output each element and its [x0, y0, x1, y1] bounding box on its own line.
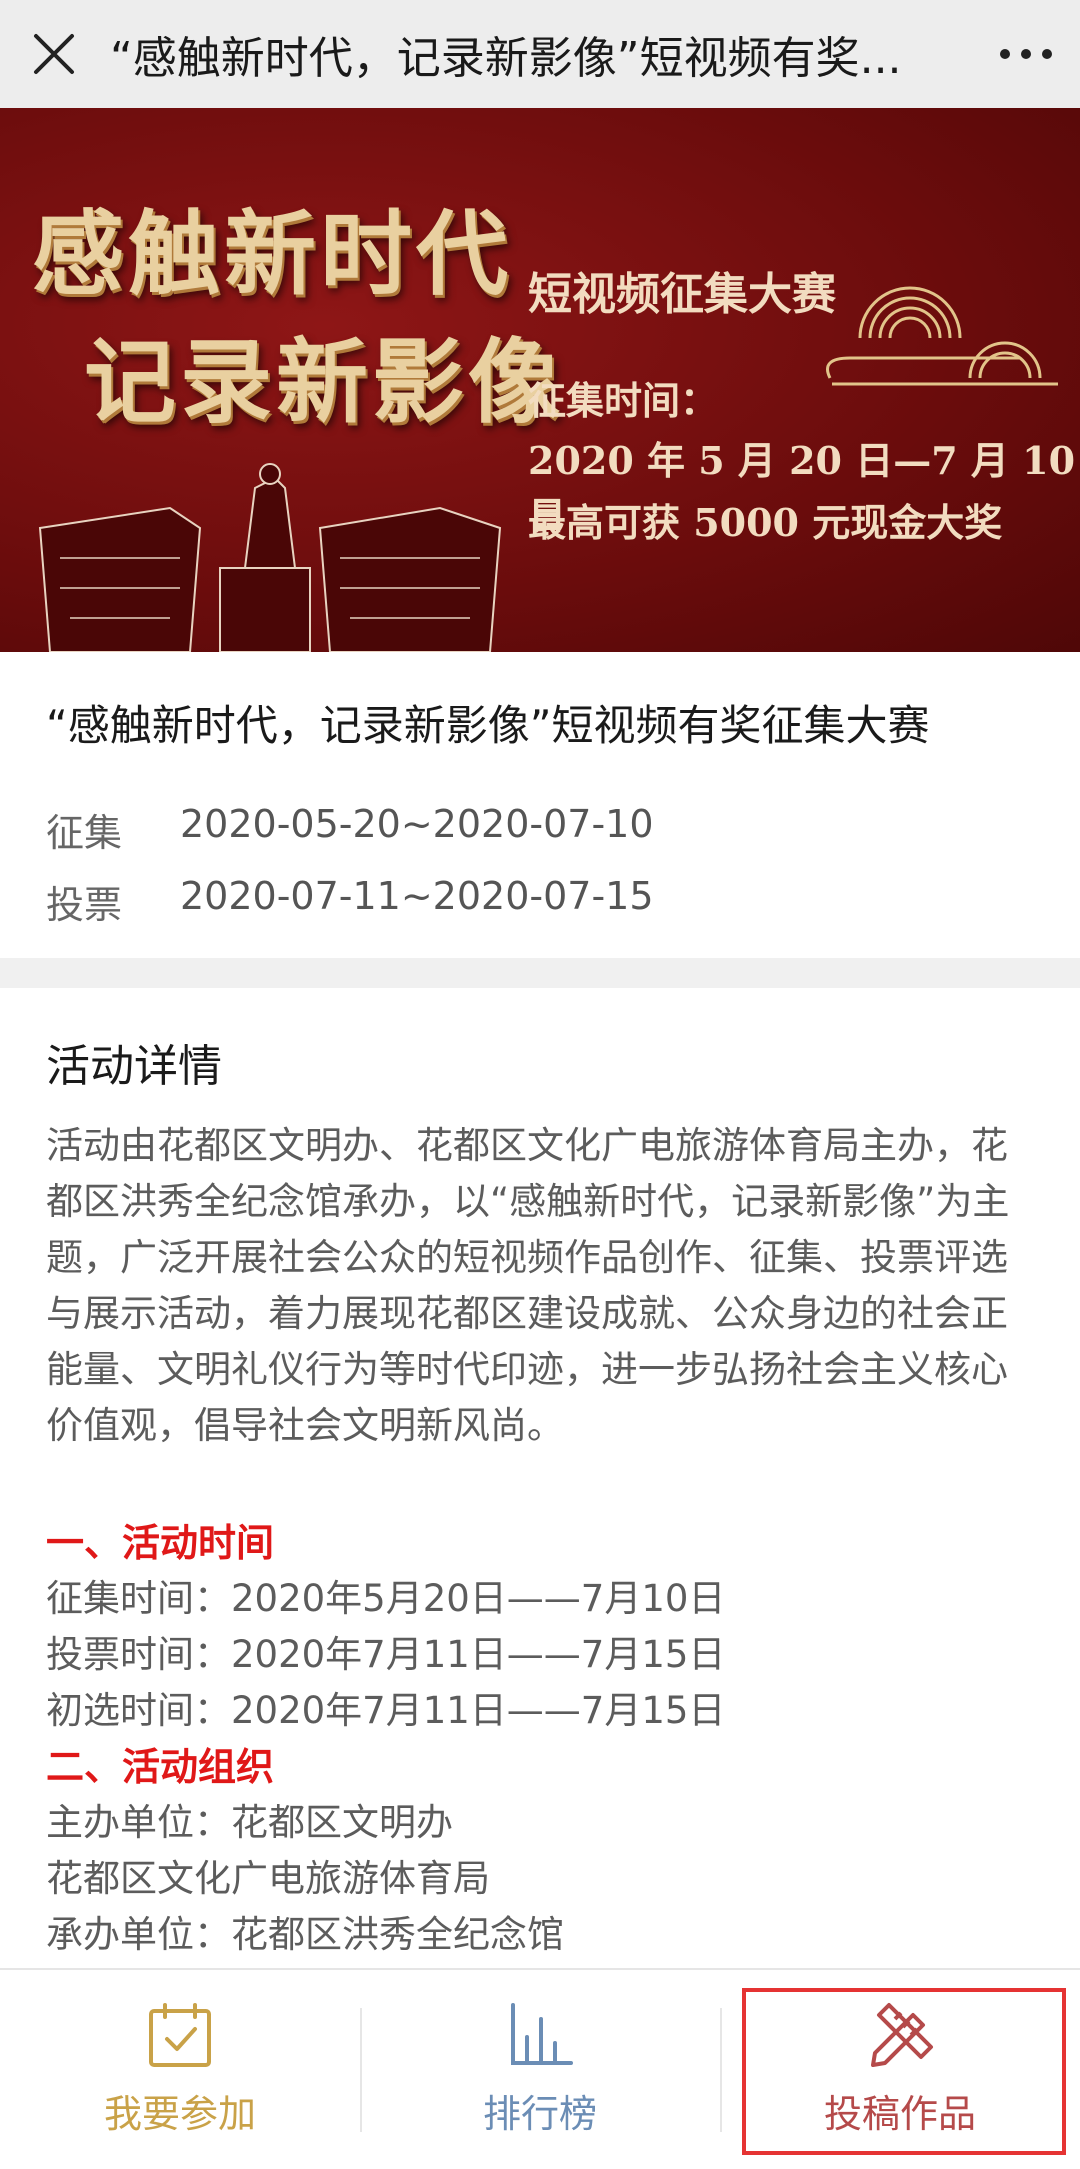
tab-ranking[interactable]: 排行榜 — [360, 1970, 720, 2169]
org-line-host: 主办单位：花都区文明办 — [46, 1801, 453, 1844]
event-banner: 感触新时代 记录新影像 短视频征集大赛 征集时间： 2020 年 5 月 20 … — [0, 108, 1080, 652]
monument-image — [38, 463, 502, 652]
tab-join-label: 我要参加 — [103, 2092, 256, 2136]
highlight-box — [742, 1988, 1066, 2155]
section-heading-time: 一、活动时间 — [46, 1521, 275, 1565]
details-paragraph: 活动由花都区文明办、花都区文化广电旅游体育局主办，花都区洪秀全纪念馆承办，以“感… — [46, 1124, 1010, 1447]
details-heading: 活动详情 — [46, 1041, 222, 1092]
calendar-check-icon — [149, 2003, 211, 2067]
section-heading-organization: 二、活动组织 — [46, 1745, 275, 1789]
voting-label: 投票 — [46, 883, 123, 927]
page-title: “感触新时代，记录新影像”短视频有奖... — [110, 33, 902, 84]
bar-chart-icon — [511, 2003, 573, 2065]
banner-headline-line2: 记录新影像 — [84, 328, 565, 436]
time-line-preliminary: 初选时间：2020年7月11日——7月15日 — [46, 1689, 726, 1732]
collection-dates: 2020-05-20~2020-07-10 — [180, 802, 654, 846]
time-line-collection: 征集时间：2020年5月20日——7月10日 — [46, 1577, 726, 1620]
collection-label: 征集 — [46, 811, 123, 855]
voting-period-row: 投票 2020-07-11~2020-07-15 — [46, 874, 654, 929]
tab-ranking-label: 排行榜 — [482, 2092, 597, 2136]
banner-time-label: 征集时间： — [528, 378, 719, 423]
cloud-ornament-icon — [826, 286, 1058, 386]
close-button[interactable] — [0, 0, 108, 108]
voting-dates: 2020-07-11~2020-07-15 — [180, 874, 654, 918]
page: “感触新时代，记录新影像”短视频有奖... 感触新时代 记录新影像 短视频征集大… — [0, 0, 1080, 2169]
bottom-tab-bar: 我要参加 排行榜 投稿作品 — [0, 1968, 1080, 2169]
close-icon — [34, 34, 74, 74]
event-info-card: “感触新时代，记录新影像”短视频有奖征集大赛 征集 2020-05-20~202… — [0, 652, 1080, 958]
collection-period-row: 征集 2020-05-20~2020-07-10 — [46, 802, 654, 857]
section-divider — [0, 958, 1080, 988]
banner-headline-line1: 感触新时代 — [32, 200, 513, 308]
tab-submit-work[interactable]: 投稿作品 — [720, 1970, 1080, 2169]
event-title: “感触新时代，记录新影像”短视频有奖征集大赛 — [46, 701, 930, 750]
tab-join[interactable]: 我要参加 — [0, 1970, 360, 2169]
more-icon — [1000, 49, 1052, 59]
org-line-cohost: 花都区文化广电旅游体育局 — [46, 1857, 490, 1900]
top-navigation-bar: “感触新时代，记录新影像”短视频有奖... — [0, 0, 1080, 108]
more-button[interactable] — [972, 0, 1080, 108]
org-line-organizer: 承办单位：花都区洪秀全纪念馆 — [46, 1913, 564, 1956]
time-line-voting: 投票时间：2020年7月11日——7月15日 — [46, 1633, 726, 1676]
banner-subtitle: 短视频征集大赛 — [528, 269, 836, 320]
banner-prize: 最高可获 5000 元现金大奖 — [528, 500, 1003, 545]
event-details: 活动详情 活动由花都区文明办、花都区文化广电旅游体育局主办，花都区洪秀全纪念馆承… — [0, 988, 1080, 1968]
